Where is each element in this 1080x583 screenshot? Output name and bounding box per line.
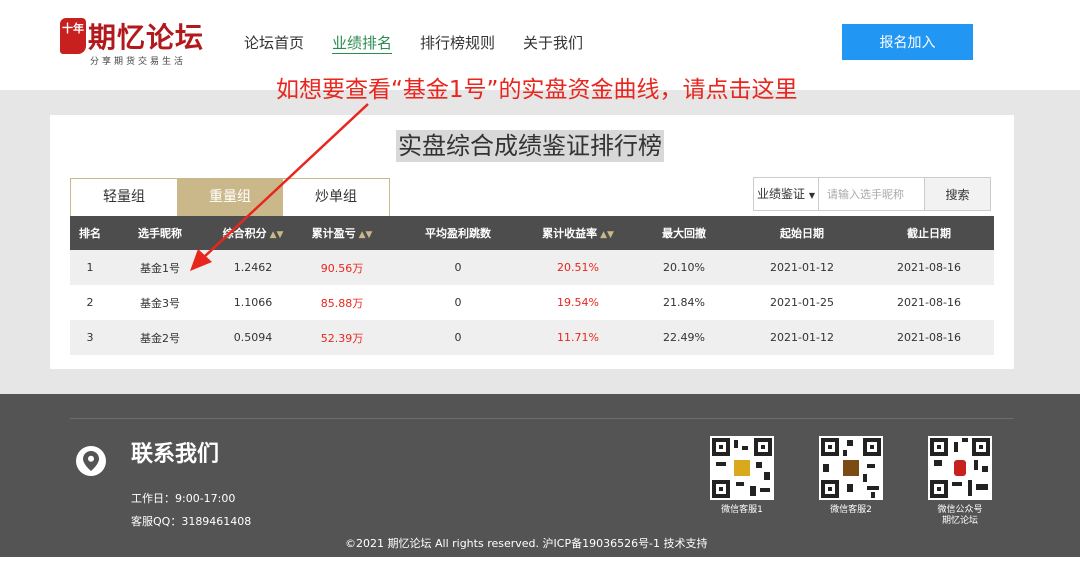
table-row[interactable]: 3 基金2号 0.5094 52.39万 0 11.71% 22.49% 202… [70, 320, 994, 355]
cell-rank: 3 [86, 331, 94, 344]
sort-icon: ▲▼ [269, 230, 284, 240]
cell-end-date: 2021-08-16 [897, 331, 961, 344]
qr-wechat-service-2: 微信客服2 [818, 436, 884, 516]
ranking-card: 实盘综合成绩鉴证排行榜 轻量组 重量组 炒单组 业绩鉴证 ▼ 搜索 排名 选手昵… [50, 115, 1014, 369]
cell-profit: 85.88万 [320, 296, 364, 310]
sort-icon: ▲▼ [600, 230, 614, 240]
cell-start-date: 2021-01-12 [770, 331, 834, 344]
copyright: ©2021 期忆论坛 All rights reserved. 沪ICP备190… [345, 537, 708, 550]
cell-nickname[interactable]: 基金1号 [110, 250, 210, 285]
tab-light[interactable]: 轻量组 [71, 179, 177, 216]
col-score[interactable]: 综合积分 ▲▼ [210, 216, 296, 250]
search-input[interactable] [819, 177, 925, 211]
logo-seal: 十年 [60, 18, 86, 54]
tab-scalping[interactable]: 炒单组 [283, 179, 389, 216]
col-rank: 排名 [79, 227, 101, 240]
search-button[interactable]: 搜索 [925, 177, 991, 211]
work-hours: 工作日：9:00-17:00 [131, 492, 236, 505]
qr-wechat-service-1: 微信客服1 [709, 436, 775, 516]
cell-start-date: 2021-01-25 [770, 296, 834, 309]
main-nav: 论坛首页 业绩排名 排行榜规则 关于我们 [244, 32, 583, 53]
cell-score: 0.5094 [233, 331, 273, 344]
cell-return: 11.71% [557, 331, 599, 344]
service-qq: 客服QQ：3189461408 [131, 515, 252, 528]
col-profit[interactable]: 累计盈亏 ▲▼ [296, 216, 388, 250]
nav-rules[interactable]: 排行榜规则 [420, 32, 495, 53]
col-avg-ticks: 平均盈利跳数 [425, 227, 491, 240]
cell-start-date: 2021-01-12 [770, 261, 834, 274]
cell-drawdown: 20.10% [663, 261, 705, 274]
col-end-date: 截止日期 [907, 227, 951, 240]
cell-avg-ticks: 0 [454, 331, 462, 344]
cell-rank: 1 [86, 261, 94, 274]
sort-icon: ▲▼ [358, 230, 373, 240]
cell-end-date: 2021-08-16 [897, 296, 961, 309]
join-button[interactable]: 报名加入 [842, 24, 973, 60]
nav-home[interactable]: 论坛首页 [244, 32, 304, 53]
cell-avg-ticks: 0 [454, 296, 462, 309]
cell-return: 19.54% [557, 296, 599, 309]
table-row[interactable]: 1 基金1号 1.2462 90.56万 0 20.51% 20.10% 202… [70, 250, 994, 285]
cell-avg-ticks: 0 [454, 261, 462, 274]
footer-divider [70, 418, 1014, 419]
cell-score: 1.1066 [233, 296, 273, 309]
tab-heavy[interactable]: 重量组 [177, 179, 283, 216]
qr-label: 微信公众号 期忆论坛 [937, 505, 983, 526]
filter-select-value: 业绩鉴证 [757, 187, 806, 201]
col-drawdown: 最大回撤 [662, 227, 706, 240]
qr-label: 微信客服1 [721, 505, 763, 515]
cell-return: 20.51% [557, 261, 599, 274]
caret-down-icon: ▼ [808, 191, 815, 200]
cell-rank: 2 [86, 296, 94, 309]
cell-profit: 90.56万 [320, 261, 364, 275]
nav-ranking[interactable]: 业绩排名 [332, 32, 392, 53]
logo[interactable]: 十年 期忆论坛 分享期货交易生活 [60, 12, 210, 70]
filter-select[interactable]: 业绩鉴证 ▼ [753, 177, 819, 211]
annotation-text: 如想要查看“基金1号”的实盘资金曲线，请点击这里 [276, 77, 798, 103]
group-tabs: 轻量组 重量组 炒单组 [70, 178, 390, 216]
cell-score: 1.2462 [233, 261, 273, 274]
cell-nickname[interactable]: 基金3号 [110, 285, 210, 320]
col-start-date: 起始日期 [780, 227, 824, 240]
cell-drawdown: 22.49% [663, 331, 705, 344]
col-return[interactable]: 累计收益率 ▲▼ [528, 216, 628, 250]
col-nickname: 选手昵称 [138, 227, 182, 240]
footer: 联系我们 工作日：9:00-17:00 客服QQ：3189461408 微信客服… [0, 394, 1080, 557]
contact-title: 联系我们 [131, 442, 220, 467]
qr-code-icon [928, 436, 992, 500]
table-header-row: 排名 选手昵称 综合积分 ▲▼ 累计盈亏 ▲▼ 平均盈利跳数 累计收益率 ▲▼ 最大回… [70, 216, 994, 250]
qr-label: 微信客服2 [830, 505, 872, 515]
page-title: 实盘综合成绩鉴证排行榜 [396, 130, 664, 162]
qr-code-icon [819, 436, 883, 500]
cell-drawdown: 21.84% [663, 296, 705, 309]
cell-end-date: 2021-08-16 [897, 261, 961, 274]
ranking-table: 排名 选手昵称 综合积分 ▲▼ 累计盈亏 ▲▼ 平均盈利跳数 累计收益率 ▲▼ 最大回… [70, 216, 994, 355]
cell-nickname[interactable]: 基金2号 [110, 320, 210, 355]
table-row[interactable]: 2 基金3号 1.1066 85.88万 0 19.54% 21.84% 202… [70, 285, 994, 320]
page-bottom [0, 557, 1080, 583]
qr-wechat-official: 微信公众号 期忆论坛 [927, 436, 993, 527]
location-pin-icon [76, 446, 106, 476]
qr-code-icon [710, 436, 774, 500]
cell-profit: 52.39万 [320, 331, 364, 345]
nav-about[interactable]: 关于我们 [523, 32, 583, 53]
logo-tagline: 分享期货交易生活 [90, 57, 187, 67]
search-bar: 业绩鉴证 ▼ 搜索 [753, 177, 991, 211]
logo-name: 期忆论坛 [88, 21, 205, 54]
